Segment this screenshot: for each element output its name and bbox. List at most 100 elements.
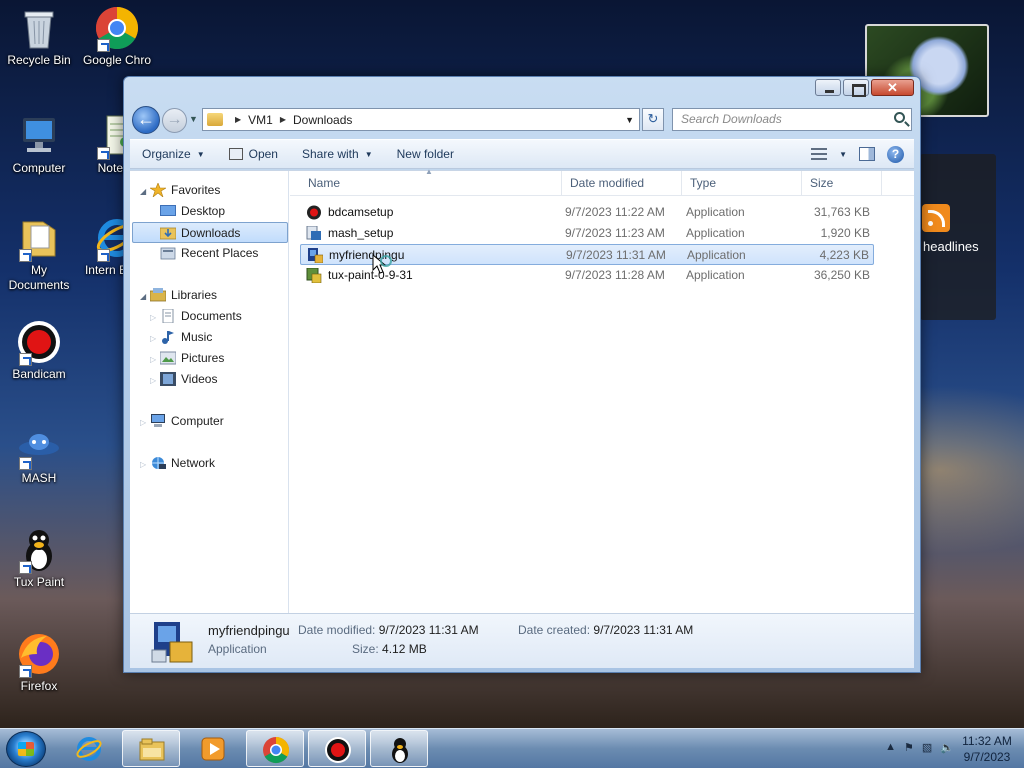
volume-muted-icon[interactable]: 🔈 xyxy=(940,741,954,754)
search-input[interactable]: Search Downloads xyxy=(672,108,912,131)
nav-music[interactable]: ▷ Music xyxy=(150,327,212,348)
expand-triangle-icon[interactable]: ▷ xyxy=(150,349,160,370)
expand-triangle-icon[interactable]: ▷ xyxy=(150,370,160,391)
nav-desktop[interactable]: Desktop xyxy=(160,201,225,222)
system-clock[interactable]: 11:32 AM 9/7/2023 xyxy=(958,733,1016,765)
preview-pane-icon[interactable] xyxy=(859,147,875,161)
documents-icon xyxy=(160,308,176,324)
taskbar-bandicam[interactable] xyxy=(308,730,366,767)
file-row-bdcamsetup[interactable]: bdcamsetup 9/7/2023 11:22 AM Application… xyxy=(300,202,874,223)
expand-triangle-icon[interactable]: ▷ xyxy=(150,328,160,349)
view-options-chevron-icon[interactable]: ▼ xyxy=(839,150,847,159)
command-bar: Organize ▼ Open Share with ▼ New folder … xyxy=(130,139,914,169)
pictures-icon xyxy=(159,351,177,365)
nav-label: Downloads xyxy=(181,226,241,240)
nav-videos[interactable]: ▷ Videos xyxy=(150,369,217,390)
shortcut-arrow-icon xyxy=(19,249,32,262)
minimize-button[interactable] xyxy=(815,79,841,96)
change-view-icon[interactable] xyxy=(811,148,828,160)
maximize-button[interactable] xyxy=(843,79,869,97)
music-icon xyxy=(160,330,176,344)
nav-libraries[interactable]: ◢ Libraries xyxy=(140,285,217,306)
action-center-flag-icon[interactable]: ⚑ xyxy=(904,741,914,754)
file-date: 9/7/2023 11:31 AM xyxy=(566,248,666,262)
documents-folder-icon xyxy=(17,216,61,262)
file-name: bdcamsetup xyxy=(328,205,394,219)
desktop-icon-computer[interactable]: Computer xyxy=(0,114,78,176)
desktop-icon-recycle-bin[interactable]: Recycle Bin xyxy=(0,6,78,68)
nav-label: Computer xyxy=(171,414,224,428)
collapse-triangle-icon[interactable]: ◢ xyxy=(140,286,150,307)
file-date: 9/7/2023 11:23 AM xyxy=(565,226,665,240)
nav-favorites[interactable]: ◢ Favorites xyxy=(140,180,220,201)
desktop-icon-tux-paint[interactable]: Tux Paint xyxy=(0,528,78,590)
help-icon[interactable]: ? xyxy=(887,145,904,163)
desktop-icon-my-documents[interactable]: My Documents xyxy=(0,216,78,293)
organize-label: Organize xyxy=(142,147,191,161)
network-status-icon[interactable]: ▧ xyxy=(922,741,932,754)
file-size: 1,920 KB xyxy=(820,226,870,240)
refresh-button[interactable]: ↻ xyxy=(642,108,664,131)
column-header-name[interactable]: Name xyxy=(300,171,562,196)
desktop-icon-firefox[interactable]: Firefox xyxy=(0,632,78,694)
new-folder-button[interactable]: New folder xyxy=(385,140,466,168)
explorer-window[interactable]: ← → ▼ ▶ VM1 ▶ Downloads ▼ ↻ Search Downl… xyxy=(123,76,921,673)
address-bar[interactable]: ▶ VM1 ▶ Downloads ▼ xyxy=(202,108,640,131)
feed-headlines-gadget[interactable]: headlines xyxy=(920,154,996,320)
clock-time: 11:32 AM xyxy=(962,734,1012,748)
open-button[interactable]: Open xyxy=(217,140,290,168)
desktop-icon-bandicam[interactable]: Bandicam xyxy=(0,320,78,382)
installer-icon xyxy=(150,620,194,664)
column-headers: ▲ Name Date modified Type Size xyxy=(290,167,914,196)
share-with-button[interactable]: Share with ▼ xyxy=(290,140,385,168)
bandicam-icon xyxy=(17,320,61,366)
search-placeholder: Search Downloads xyxy=(681,112,782,126)
nav-recent-places[interactable]: Recent Places xyxy=(160,243,258,264)
desktop-icon-label: My Documents xyxy=(8,263,70,292)
column-header-size[interactable]: Size xyxy=(802,171,882,196)
search-icon[interactable] xyxy=(894,112,905,123)
taskbar-windows-explorer[interactable] xyxy=(122,730,180,767)
breadcrumb-vm1[interactable]: VM1 xyxy=(248,113,273,127)
nav-label: Music xyxy=(181,330,213,344)
nav-label: Recent Places xyxy=(181,246,259,260)
nav-network[interactable]: ▷ Network xyxy=(140,453,215,474)
close-button[interactable] xyxy=(871,79,914,96)
expand-triangle-icon[interactable]: ▷ xyxy=(150,307,160,328)
column-header-date-modified[interactable]: Date modified xyxy=(562,171,682,196)
show-hidden-icons-icon[interactable]: ▲ xyxy=(885,741,896,754)
expand-triangle-icon[interactable]: ▷ xyxy=(140,454,150,475)
taskbar-media-player[interactable] xyxy=(184,730,242,767)
desktop-icon-label: Computer xyxy=(12,161,66,175)
desktop-icon-label: Recycle Bin xyxy=(7,53,71,67)
nav-downloads[interactable]: Downloads xyxy=(132,222,288,243)
recent-pages-dropdown[interactable]: ▼ xyxy=(189,114,199,124)
nav-computer[interactable]: ▷ Computer xyxy=(140,411,224,432)
file-row-mash-setup[interactable]: mash_setup 9/7/2023 11:23 AM Application… xyxy=(300,223,874,244)
file-size: 31,763 KB xyxy=(813,205,870,219)
address-history-dropdown-icon[interactable]: ▼ xyxy=(625,115,634,125)
expand-triangle-icon[interactable]: ▷ xyxy=(140,412,150,433)
desktop-icon-mash[interactable]: MASH xyxy=(0,424,78,486)
file-date: 9/7/2023 11:28 AM xyxy=(565,268,665,282)
window-controls xyxy=(815,79,914,97)
column-header-type[interactable]: Type xyxy=(682,171,802,196)
back-button[interactable]: ← xyxy=(132,106,160,134)
organize-button[interactable]: Organize ▼ xyxy=(130,140,217,168)
nav-label: Network xyxy=(171,456,216,470)
start-button[interactable] xyxy=(6,731,46,767)
nav-documents[interactable]: ▷ Documents xyxy=(150,306,242,327)
desktop-icon-google-chrome[interactable]: Google Chro xyxy=(78,6,156,68)
taskbar-google-chrome[interactable] xyxy=(246,730,304,767)
breadcrumb-separator-icon[interactable]: ▶ xyxy=(235,115,241,124)
taskbar-internet-explorer[interactable] xyxy=(60,730,118,767)
file-type: Application xyxy=(686,268,745,282)
breadcrumb-downloads[interactable]: Downloads xyxy=(293,113,352,127)
shortcut-arrow-icon xyxy=(19,561,32,574)
forward-button[interactable]: → xyxy=(162,108,187,133)
collapse-triangle-icon[interactable]: ◢ xyxy=(140,181,150,202)
breadcrumb-separator-icon[interactable]: ▶ xyxy=(280,115,286,124)
nav-pictures[interactable]: ▷ Pictures xyxy=(150,348,224,369)
taskbar-tux-paint[interactable] xyxy=(370,730,428,767)
libraries-icon xyxy=(149,288,167,302)
